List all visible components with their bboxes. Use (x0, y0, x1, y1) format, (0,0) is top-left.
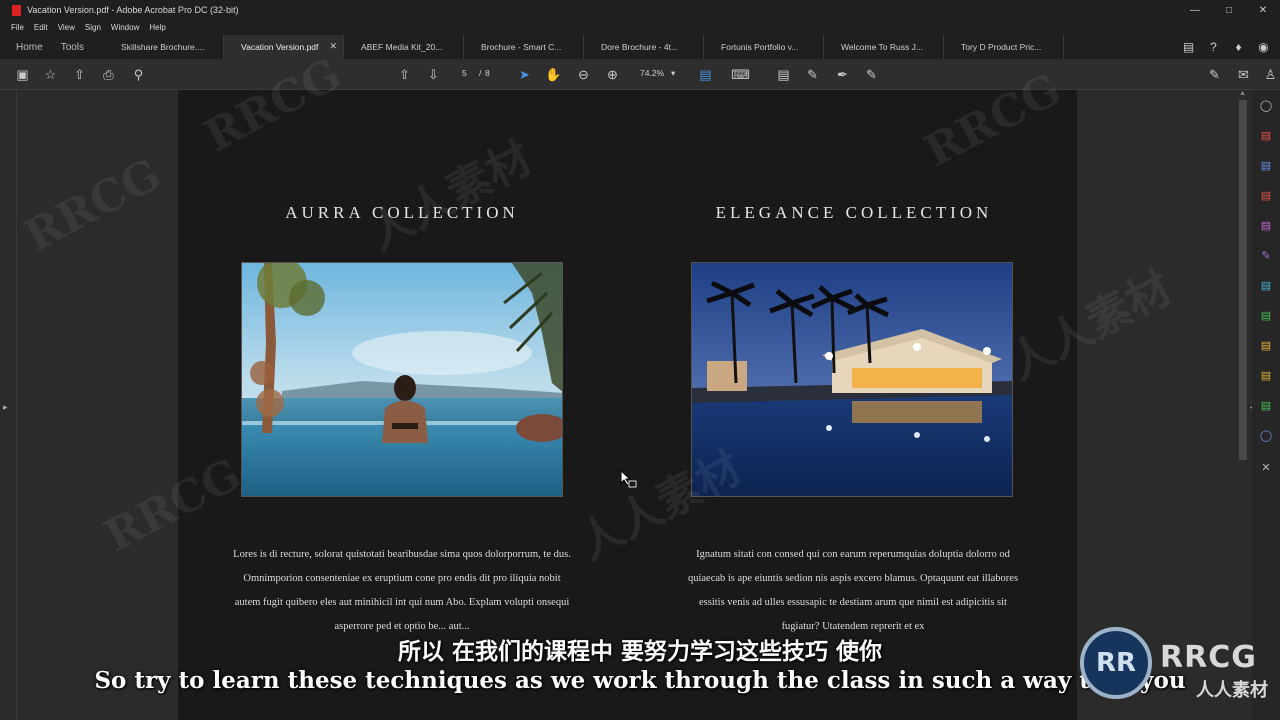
combine-files-icon[interactable]: ▤ (1259, 158, 1273, 172)
close-tab-icon[interactable]: ✕ (330, 41, 338, 52)
left-collection-body: Lores is di recture, solorat quistotati … (233, 549, 571, 632)
upload-icon[interactable]: ⇧ (71, 66, 88, 83)
doc-tab-label: Welcome To Russ J... (841, 42, 923, 52)
fill-sign-tool-icon[interactable]: ✎ (1259, 248, 1273, 262)
right-collection-title: ELEGANCE COLLECTION (715, 203, 993, 222)
tab-home[interactable]: Home (0, 35, 53, 59)
doc-tab-active[interactable]: Vacation Version.pdf ✕ (224, 35, 345, 59)
page-separator: / (479, 68, 482, 78)
rrcg-logo-text: RRCG (1160, 640, 1257, 675)
sign-icon[interactable]: ✒ (834, 66, 851, 83)
title-bar: Vacation Version.pdf - Adobe Acrobat Pro… (0, 0, 1280, 20)
pen-icon[interactable]: ✎ (804, 66, 821, 83)
pdf-page: AURRA COLLECTION ELEGANCE COLLECTION Lor… (178, 90, 1077, 720)
menu-file[interactable]: File (11, 23, 24, 32)
compress-icon[interactable]: ▤ (1259, 308, 1273, 322)
page-total: 8 (485, 68, 490, 78)
menu-bar: File Edit View Sign Window Help (0, 20, 1280, 35)
doc-tab[interactable]: Dore Brochure - 4t... (584, 35, 705, 59)
aurra-pool-photo (241, 262, 563, 497)
doc-tab[interactable]: Welcome To Russ J... (824, 35, 945, 59)
watermark-text: RRCG (16, 148, 170, 263)
vertical-scrollbar[interactable]: ▲ (1238, 90, 1248, 720)
tab-tools[interactable]: Tools (53, 35, 104, 59)
menu-window[interactable]: Window (111, 23, 139, 32)
bell-icon[interactable]: ♦ (1230, 38, 1247, 55)
doc-tab[interactable]: Brochure - Smart C... (464, 35, 585, 59)
more-tools-icon[interactable]: ✕ (1259, 460, 1273, 474)
right-collection-body: Ignatum sitati con consed qui con earum … (687, 549, 1019, 632)
window-title: Vacation Version.pdf - Adobe Acrobat Pro… (27, 5, 239, 15)
print-icon[interactable]: ⎙ (100, 66, 117, 83)
minimize-button[interactable]: — (1178, 0, 1212, 20)
star-icon[interactable]: ☆ (42, 66, 59, 83)
doc-tab[interactable]: Fortunis Portfolio v... (704, 35, 825, 59)
close-button[interactable]: ✕ (1246, 0, 1280, 20)
acrobat-app-icon (12, 4, 21, 16)
scan-ocr-icon[interactable]: ▤ (1259, 398, 1273, 412)
doc-tab-label: Dore Brochure - 4t... (601, 42, 679, 52)
zoom-in-icon[interactable]: ⊕ (604, 66, 621, 83)
menu-view[interactable]: View (58, 23, 75, 32)
create-pdf-icon[interactable]: ▤ (1259, 128, 1273, 142)
window-controls: — □ ✕ (1178, 0, 1280, 20)
maximize-button[interactable]: □ (1212, 0, 1246, 20)
doc-tab-label: Vacation Version.pdf (241, 42, 319, 52)
zoom-level-select[interactable]: 74.2% (640, 68, 664, 78)
search-tools-icon[interactable]: ◯ (1259, 98, 1273, 112)
doc-tab-label: Tory D Product Pric... (961, 42, 1042, 52)
select-arrow-icon[interactable]: ➤ (516, 66, 533, 83)
doc-tab[interactable]: Tory D Product Pric... (944, 35, 1065, 59)
edit-pdf-tool-icon[interactable]: ▤ (1259, 218, 1273, 232)
page-number-input[interactable]: 5 (462, 68, 467, 78)
export-pdf-icon[interactable]: ▤ (1259, 278, 1273, 292)
tab-bar-actions: ▤ ? ♦ ◉ (1180, 38, 1272, 55)
send-comments-icon[interactable]: ▤ (1259, 338, 1273, 352)
expand-pane-icon[interactable]: ▸ (3, 402, 8, 413)
left-navigation-pane: ▸ (0, 90, 17, 720)
elegance-resort-photo (691, 262, 1013, 497)
hand-tool-icon[interactable]: ✋ (545, 66, 562, 83)
account-icon[interactable]: ◉ (1255, 38, 1272, 55)
scrollbar-thumb[interactable] (1239, 100, 1247, 460)
save-icon[interactable]: ▣ (14, 66, 31, 83)
doc-tab-label: Brochure - Smart C... (481, 42, 562, 52)
add-user-icon[interactable]: ♙ (1262, 66, 1279, 83)
doc-tab[interactable]: ABEF Media Kit_20... (344, 35, 465, 59)
rrcg-logo-cn: 人人素材 (1196, 680, 1268, 701)
mail-icon[interactable]: ✉ (1235, 66, 1252, 83)
doc-tab-label: Skillshare Brochure.... (121, 42, 205, 52)
doc-tab-label: ABEF Media Kit_20... (361, 42, 443, 52)
page-display-icon[interactable]: ▤ (697, 66, 714, 83)
left-collection-title: AURRA COLLECTION (285, 203, 519, 222)
protect-icon[interactable]: ◯ (1259, 428, 1273, 442)
rrcg-logo-badge: RR (1080, 627, 1152, 699)
right-tools-pane: ◯ ▤ ▤ ▤ ▤ ✎ ▤ ▤ ▤ ▤ ▤ ◯ ✕ (1252, 90, 1280, 720)
doc-tab-label: Fortunis Portfolio v... (721, 42, 799, 52)
comment-tool-icon[interactable]: ▤ (1259, 368, 1273, 382)
fill-sign-icon[interactable]: ✎ (1206, 66, 1223, 83)
menu-sign[interactable]: Sign (85, 23, 101, 32)
mouse-cursor-icon (620, 470, 637, 488)
zoom-search-icon[interactable]: ⚲ (130, 66, 147, 83)
tab-bar: Home Tools Skillshare Brochure.... Vacat… (0, 35, 1280, 59)
help-icon[interactable]: ? (1205, 38, 1222, 55)
page-down-icon[interactable]: ⇩ (425, 66, 442, 83)
edit-pdf-icon[interactable]: ✎ (863, 66, 880, 83)
zoom-out-icon[interactable]: ⊖ (575, 66, 592, 83)
scroll-up-icon[interactable]: ▲ (1239, 90, 1246, 97)
comment-icon[interactable]: ▤ (775, 66, 792, 83)
menu-help[interactable]: Help (149, 23, 165, 32)
toolbar: ▣ ☆ ⇧ ⎙ ⚲ ⇧ ⇩ 5 / 8 ➤ ✋ ⊖ ⊕ 74.2% ▾ ▤ ⌨ … (0, 59, 1280, 90)
organize-pages-icon[interactable]: ▤ (1259, 188, 1273, 202)
doc-tab[interactable]: Skillshare Brochure.... (104, 35, 225, 59)
chevron-down-icon[interactable]: ▾ (671, 68, 675, 79)
keyboard-icon[interactable]: ⌨ (731, 66, 750, 83)
page-up-icon[interactable]: ⇧ (396, 66, 413, 83)
menu-edit[interactable]: Edit (34, 23, 48, 32)
comment-bubble-icon[interactable]: ▤ (1180, 38, 1197, 55)
